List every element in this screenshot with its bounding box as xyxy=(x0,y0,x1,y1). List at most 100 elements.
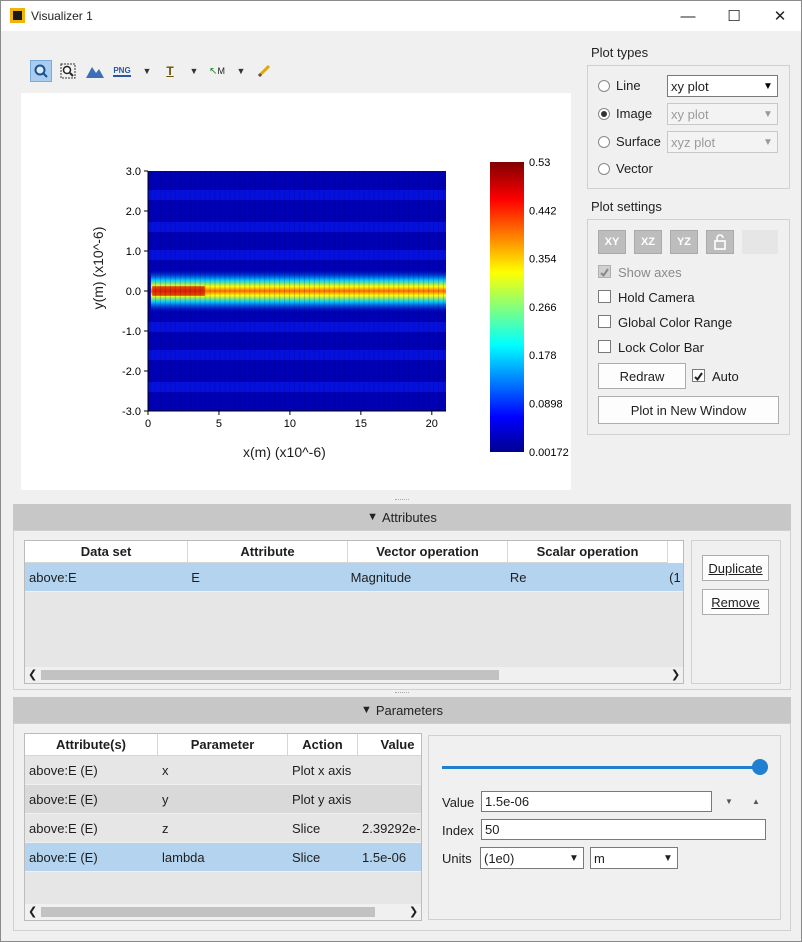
splitter-handle[interactable] xyxy=(395,499,409,502)
view-yz-button[interactable]: YZ xyxy=(670,230,698,254)
table-cell: E xyxy=(187,563,347,592)
plot-type-select-line[interactable]: xy plot ▼ xyxy=(667,75,778,97)
index-input[interactable]: 50 xyxy=(481,819,766,840)
attributes-header[interactable]: ▼ Attributes xyxy=(13,504,791,530)
visualizer-window: Visualizer 1 — ☐ ✕ PNG ▼ T ▼ ↖M ▼ 0 5 10… xyxy=(0,0,802,942)
redraw-button[interactable]: Redraw xyxy=(598,363,686,389)
chevron-down-icon: ▼ xyxy=(569,852,579,864)
colorbar xyxy=(490,162,524,452)
plot-types-title: Plot types xyxy=(591,45,649,60)
colorbar-tick-label: 0.354 xyxy=(529,254,557,266)
scroll-thumb[interactable] xyxy=(41,670,499,680)
radio-line[interactable] xyxy=(598,80,610,92)
table-cell: above:E (E) xyxy=(25,785,158,814)
mountain-view-button[interactable] xyxy=(84,60,106,82)
table-row[interactable]: above:E E Magnitude Re (1 xyxy=(25,563,683,592)
check-icon xyxy=(694,372,703,382)
table-row[interactable]: above:E (E) lambda Slice 1.5e-06 xyxy=(25,843,421,872)
zoom-button[interactable] xyxy=(30,60,52,82)
parameters-column-header[interactable]: Attribute(s) xyxy=(25,734,158,756)
parameters-column-header[interactable]: Value xyxy=(358,734,421,756)
parameters-hscrollbar[interactable]: ❮ ❯ xyxy=(25,904,421,920)
lock-color-bar-checkbox[interactable] xyxy=(598,340,611,353)
splitter-handle[interactable] xyxy=(395,692,409,695)
app-icon xyxy=(10,8,25,23)
show-axes-checkbox[interactable] xyxy=(598,265,611,278)
marker-tool-button[interactable]: ↖M xyxy=(206,60,228,82)
text-dropdown[interactable]: ▼ xyxy=(187,60,201,82)
table-cell: 2.39292e-0 xyxy=(358,814,421,843)
table-cell: (1 xyxy=(665,563,683,592)
close-button[interactable]: ✕ xyxy=(757,1,802,31)
pencil-button[interactable] xyxy=(254,60,274,82)
auto-label: Auto xyxy=(712,369,739,384)
parameters-column-header[interactable]: Parameter xyxy=(158,734,288,756)
minimize-button[interactable]: — xyxy=(665,1,711,31)
view-xy-button[interactable]: XY xyxy=(598,230,626,254)
table-cell: z xyxy=(158,814,288,843)
text-tool-button[interactable]: T xyxy=(161,60,179,82)
table-cell xyxy=(358,785,421,814)
parameters-header[interactable]: ▼ Parameters xyxy=(13,697,791,723)
plot-type-select-image[interactable]: xy plot ▼ xyxy=(667,103,778,125)
heatmap-band xyxy=(148,190,446,200)
colorbar-tick-label: 0.178 xyxy=(529,350,557,362)
png-dropdown[interactable]: ▼ xyxy=(140,60,154,82)
heatmap-image xyxy=(148,171,447,411)
minimize-icon: — xyxy=(680,7,696,25)
global-color-range-label: Global Color Range xyxy=(618,315,733,330)
attributes-column-header[interactable]: Scalar operation xyxy=(508,541,668,563)
value-slider-thumb[interactable] xyxy=(752,759,768,775)
png-export-button[interactable]: PNG xyxy=(112,60,132,82)
chevron-down-icon: ▼ xyxy=(236,66,246,76)
remove-button[interactable]: Remove xyxy=(702,589,769,615)
radio-label-vector: Vector xyxy=(616,161,653,176)
marker-icon: ↖M xyxy=(209,65,225,77)
table-row[interactable]: above:E (E) y Plot y axis xyxy=(25,785,421,814)
parameters-table[interactable]: Attribute(s) Parameter Action Value above:E… xyxy=(24,733,422,921)
y-tick-label: -3.0 xyxy=(122,406,141,418)
marker-dropdown[interactable]: ▼ xyxy=(234,60,248,82)
attributes-hscrollbar[interactable]: ❮ ❯ xyxy=(25,667,683,683)
duplicate-button[interactable]: Duplicate xyxy=(702,555,769,581)
table-row[interactable]: above:E (E) x Plot x axis xyxy=(25,756,421,785)
lock-view-button[interactable] xyxy=(706,230,734,254)
global-color-range-checkbox[interactable] xyxy=(598,315,611,328)
colorbar-tick-label: 0.00172 xyxy=(529,447,569,459)
zoom-region-icon xyxy=(60,63,76,79)
radio-vector[interactable] xyxy=(598,163,610,175)
heatmap-band xyxy=(148,250,446,260)
plot-new-window-button[interactable]: Plot in New Window xyxy=(598,396,779,424)
y-tick-label: -1.0 xyxy=(122,326,141,338)
parameters-column-header[interactable]: Action xyxy=(288,734,358,756)
zoom-region-button[interactable] xyxy=(57,60,79,82)
plot-panel[interactable]: 0 5 10 15 20 3.0 2.0 1.0 0.0 -1.0 -2.0 -3.0 0.53 0.4… xyxy=(21,93,571,490)
x-tick-label: 0 xyxy=(145,418,151,430)
value-slider-track[interactable] xyxy=(442,766,760,769)
attributes-table[interactable]: Data set Attribute Vector operation Scalar … xyxy=(24,540,684,684)
radio-label-surface: Surface xyxy=(616,134,661,149)
table-cell: Magnitude xyxy=(346,563,506,592)
value-input[interactable]: 1.5e-06 xyxy=(481,791,712,812)
chevron-down-icon: ▼ xyxy=(763,108,773,120)
value-decrement-button[interactable]: ▼ xyxy=(718,791,740,812)
units-scale-select[interactable]: (1e0) ▼ xyxy=(480,847,584,869)
attributes-column-header[interactable]: Data set xyxy=(25,541,188,563)
table-cell: 1.5e-06 xyxy=(358,843,421,872)
colorbar-tick-label: 0.0898 xyxy=(529,399,563,411)
check-icon xyxy=(600,268,609,278)
view-xz-button[interactable]: XZ xyxy=(634,230,662,254)
table-row[interactable]: above:E (E) z Slice 2.39292e-0 xyxy=(25,814,421,843)
units-select[interactable]: m ▼ xyxy=(590,847,678,869)
hold-camera-checkbox[interactable] xyxy=(598,290,611,303)
auto-checkbox[interactable] xyxy=(692,369,705,382)
value-increment-button[interactable]: ▲ xyxy=(745,791,767,812)
attributes-column-header[interactable]: Vector operation xyxy=(348,541,508,563)
attributes-column-header[interactable]: Attribute xyxy=(188,541,348,563)
plot-type-select-surface[interactable]: xyz plot ▼ xyxy=(667,131,778,153)
scroll-thumb[interactable] xyxy=(41,907,375,917)
chevron-down-icon: ▼ xyxy=(763,80,773,92)
radio-surface[interactable] xyxy=(598,136,610,148)
radio-image[interactable] xyxy=(598,108,610,120)
maximize-button[interactable]: ☐ xyxy=(711,1,757,31)
